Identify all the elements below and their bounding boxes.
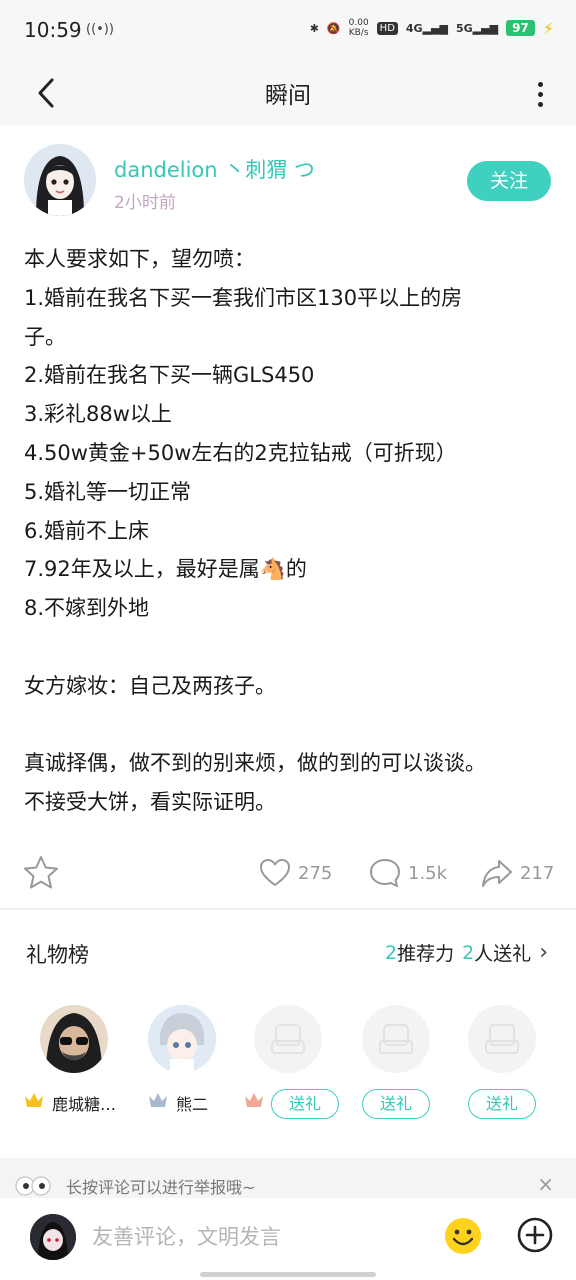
gift-slot[interactable]: 送礼 <box>238 1005 339 1125</box>
empty-seat-icon <box>254 1005 322 1073</box>
speed-unit: KB/s <box>348 28 369 38</box>
bluetooth-icon: ✱ <box>309 21 319 35</box>
hotspot-icon: ((•)) <box>86 22 114 37</box>
page-title: 瞬间 <box>265 83 311 109</box>
gift-sender-name: 熊二 <box>176 1095 209 1114</box>
post-line: 真诚择偶，做不到的别来烦，做的到的可以谈谈。 <box>24 751 486 776</box>
gift-sender-avatar[interactable] <box>148 1005 216 1073</box>
post-line: 4.50w黄金+50w左右的2克拉钻戒（可折现） <box>24 440 457 465</box>
comment-button[interactable]: 1.5k <box>368 854 447 892</box>
battery-icon: 97 <box>506 20 535 36</box>
favorite-button[interactable] <box>22 854 60 892</box>
top-nav: 瞬间 <box>0 60 576 126</box>
more-button[interactable] <box>530 74 550 114</box>
post-line: 本人要求如下，望勿喷： <box>24 247 255 271</box>
empty-seat-icon <box>468 1005 536 1073</box>
emoji-button[interactable] <box>443 1216 483 1256</box>
post-content: 本人要求如下，望勿喷： 1.婚前在我名下买一套我们市区130平以上的房 子。 2… <box>24 240 564 822</box>
signal-5g: 5G <box>455 21 473 35</box>
star-icon <box>24 856 58 889</box>
speed-value: 0.00 <box>348 18 369 28</box>
post-time: 2小时前 <box>114 193 176 213</box>
post-line: 2.婚前在我名下买一辆GLS450 <box>24 363 315 388</box>
report-tip-bar: 长按评论可以进行举报哦~ × <box>0 1158 576 1198</box>
status-time: 10:59 <box>24 18 82 42</box>
send-gift-button[interactable]: 送礼 <box>362 1089 430 1119</box>
senders-label: 人送礼 <box>474 943 532 965</box>
empty-seat-shape <box>485 1024 519 1054</box>
share-button[interactable]: 217 <box>480 854 554 892</box>
post-line-blank <box>24 628 564 667</box>
crown-gold-icon <box>25 1093 43 1107</box>
comment-input[interactable] <box>92 1220 422 1254</box>
post-line: 5.婚礼等一切正常 <box>24 479 192 504</box>
avatar-image <box>40 1005 108 1073</box>
post-line: 1.婚前在我名下买一套我们市区130平以上的房 <box>24 285 463 310</box>
send-gift-button[interactable]: 送礼 <box>468 1089 536 1119</box>
avatar-image <box>24 144 96 216</box>
signal-4g: 4G <box>405 21 423 35</box>
crown-silver-icon <box>149 1093 167 1107</box>
recommend-label: 推荐力 <box>397 943 455 965</box>
post-line: 8.不嫁到外地 <box>24 596 150 621</box>
plus-circle-icon <box>517 1217 553 1253</box>
gift-sender-avatar[interactable] <box>40 1005 108 1073</box>
gift-slot[interactable]: 送礼 <box>452 1005 552 1125</box>
empty-seat-shape <box>271 1024 305 1054</box>
send-gift-button[interactable]: 送礼 <box>271 1089 339 1119</box>
post-line: 7.92年及以上，最好是属🐴的 <box>24 557 307 582</box>
network-speed: 0.00 KB/s <box>349 18 369 38</box>
mute-icon: 🔕 <box>326 21 341 35</box>
share-icon <box>482 860 512 887</box>
divider <box>0 908 576 910</box>
avatar-image <box>148 1005 216 1073</box>
post-line-blank <box>24 706 564 745</box>
status-bar: 10:59 ((•)) ✱ 🔕 0.00 KB/s HD 4G▂▄▆ 5G▂▄▆… <box>0 0 576 60</box>
gift-board-title: 礼物榜 <box>26 943 89 967</box>
eyes-icon <box>15 1176 51 1196</box>
like-count: 275 <box>298 862 333 884</box>
status-icons: ✱ 🔕 0.00 KB/s HD 4G▂▄▆ 5G▂▄▆ 97 ⚡ <box>310 18 554 38</box>
comment-bar <box>0 1198 576 1280</box>
empty-seat-icon <box>362 1005 430 1073</box>
heart-icon <box>260 859 290 886</box>
author-avatar[interactable] <box>24 144 96 216</box>
signal-icon-2: 5G▂▄▆ <box>455 21 499 35</box>
charging-icon: ⚡ <box>542 18 554 38</box>
share-count: 217 <box>520 862 555 884</box>
post-line: 女方嫁妆：自己及两孩子。 <box>24 673 276 698</box>
more-vertical-icon <box>537 81 543 87</box>
empty-seat-shape <box>379 1024 413 1054</box>
smiley-icon <box>445 1218 481 1254</box>
add-button[interactable] <box>516 1216 554 1254</box>
my-avatar[interactable] <box>30 1214 76 1260</box>
post-line: 不接受大饼，看实际证明。 <box>24 790 276 815</box>
gift-slot[interactable]: 熊二 <box>132 1005 232 1125</box>
author-name[interactable]: dandelion 丶刺猬 つ <box>114 154 315 184</box>
comment-icon <box>370 859 400 887</box>
post-actions: 275 1.5k 217 <box>0 850 576 896</box>
post-line: 3.彩礼88w以上 <box>24 402 172 427</box>
signal-icon: 4G▂▄▆ <box>405 21 448 35</box>
chevron-right-icon: › <box>539 940 548 965</box>
gift-sender-name: 鹿城糖… <box>52 1095 117 1114</box>
home-indicator[interactable] <box>200 1272 376 1277</box>
report-tip-text: 长按评论可以进行举报哦~ <box>66 1178 256 1197</box>
follow-button[interactable]: 关注 <box>467 161 551 201</box>
post-line: 子。 <box>24 324 66 349</box>
hd-badge: HD <box>376 21 398 35</box>
gift-slot[interactable]: 送礼 <box>346 1005 446 1125</box>
recommend-count: 2 <box>384 941 398 964</box>
avatar-image <box>30 1214 76 1260</box>
like-button[interactable]: 275 <box>258 854 332 892</box>
gift-summary[interactable]: 2 推荐力 2 人送礼 › <box>385 939 548 966</box>
close-icon[interactable]: × <box>537 1172 554 1196</box>
gift-slot[interactable]: 鹿城糖… <box>24 1005 124 1125</box>
comment-count: 1.5k <box>408 862 448 884</box>
crown-bronze-icon <box>245 1093 263 1107</box>
post-line: 6.婚前不上床 <box>24 518 150 543</box>
senders-count: 2 <box>462 941 475 964</box>
